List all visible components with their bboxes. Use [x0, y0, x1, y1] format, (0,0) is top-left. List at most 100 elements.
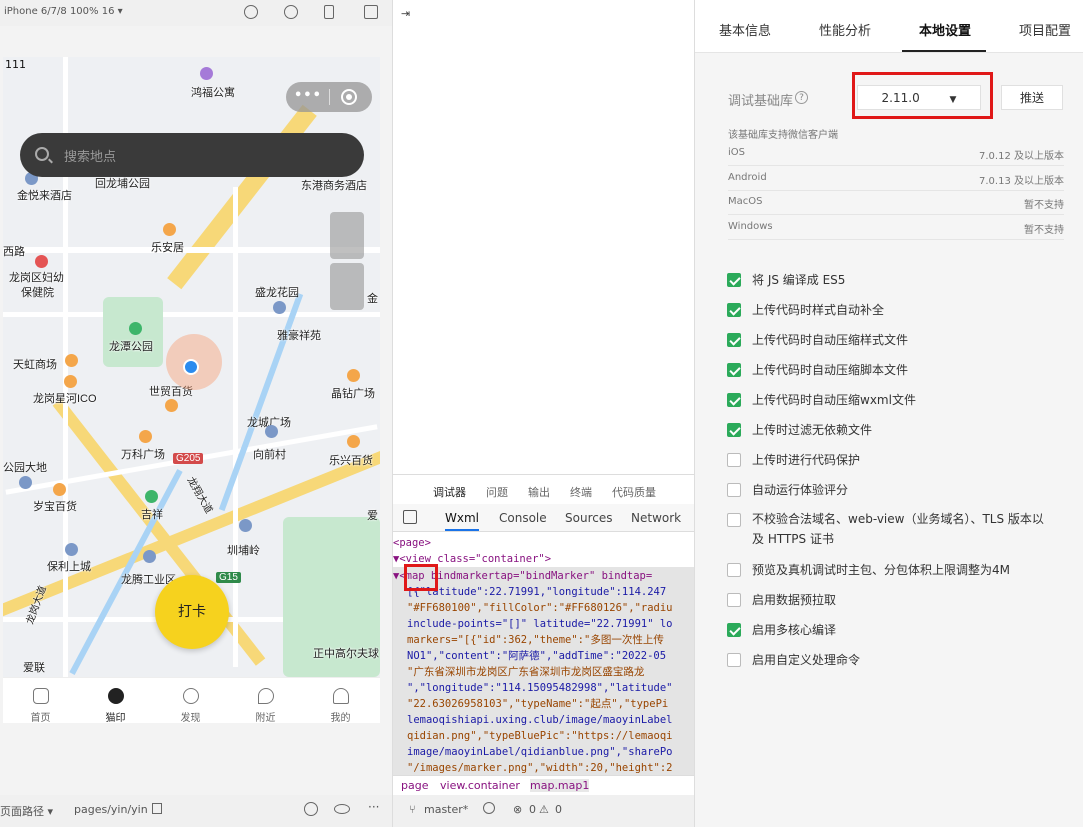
more-icon[interactable]: ···	[368, 800, 379, 814]
current-location-marker	[183, 359, 199, 375]
push-button[interactable]: 推送	[1001, 85, 1063, 110]
option-checkbox[interactable]	[727, 623, 741, 637]
code-line[interactable]: image/maoyinLabel/qidianblue.png","share…	[407, 744, 673, 760]
map-label: 万科广场	[121, 449, 165, 461]
code-line[interactable]: NO1","content":"阿萨德","addTime":"2022-05	[407, 648, 666, 664]
option-label[interactable]: 启用多核心编译	[752, 621, 836, 639]
page-path-bar: 页面路径 ▾ pages/yin/yin ···	[0, 795, 392, 827]
tab-basic-info[interactable]: 基本信息	[719, 20, 771, 39]
platform-support: 暂不支持	[1024, 225, 1064, 236]
tab-maoyin[interactable]: 猫印	[78, 678, 153, 723]
option-checkbox[interactable]	[727, 333, 741, 347]
expand-icon[interactable]: ⇥	[401, 7, 410, 20]
bug-icon[interactable]	[304, 802, 318, 816]
search-bar[interactable]: 搜索地点	[20, 133, 364, 177]
map-label: 鸿福公寓	[191, 87, 235, 99]
option-label[interactable]: 上传代码时自动压缩样式文件	[752, 331, 908, 349]
option-label[interactable]: 启用数据预拉取	[752, 591, 836, 609]
phone-icon[interactable]	[324, 5, 334, 19]
page-path-selector[interactable]: 页面路径 ▾	[0, 803, 53, 819]
close-miniprogram-icon[interactable]	[341, 89, 357, 105]
code-line[interactable]: lemaoqishiapi.uxing.club/image/maoyinLab…	[407, 712, 673, 728]
option-checkbox[interactable]	[727, 303, 741, 317]
crumb-view[interactable]: view.container	[440, 779, 520, 792]
tab-nearby[interactable]: 附近	[228, 678, 303, 723]
code-line[interactable]: ","longitude":"114.15095482998","latitud…	[407, 680, 673, 696]
tab-debugger[interactable]: 调试器	[433, 484, 466, 500]
code-line[interactable]: "广东省深圳市龙岗区广东省深圳市龙岗区盛宝路龙	[407, 664, 644, 680]
sync-icon[interactable]	[483, 802, 495, 814]
warning-count[interactable]: 0	[555, 803, 562, 816]
platform-support: 7.0.12 及以上版本	[979, 151, 1064, 162]
code-line[interactable]: "22.63026958103","typeName":"起点","typePi	[407, 696, 668, 712]
map-label: G15	[216, 572, 241, 583]
tab-project-config[interactable]: 项目配置	[1019, 20, 1071, 39]
miniprogram-capsule[interactable]: •••	[286, 82, 372, 112]
check-in-button[interactable]: 打卡	[155, 575, 229, 649]
tab-label: 猫印	[105, 713, 126, 723]
tab-issues[interactable]: 问题	[486, 484, 508, 500]
option-checkbox[interactable]	[727, 513, 741, 527]
crumb-map[interactable]: map.map1	[530, 779, 590, 792]
wxml-tree[interactable]: <page> ▼<view class="container"> ▼<map bi…	[393, 533, 695, 775]
option-checkbox[interactable]	[727, 273, 741, 287]
option-label[interactable]: 不校验合法域名、web-view（业务域名）、TLS 版本以及 HTTPS 证书	[752, 509, 1052, 549]
tab-network[interactable]: Network	[631, 511, 681, 525]
tab-code-quality[interactable]: 代码质量	[612, 484, 656, 500]
option-checkbox[interactable]	[727, 423, 741, 437]
option-label[interactable]: 上传时进行代码保护	[752, 451, 860, 469]
option-label[interactable]: 上传代码时样式自动补全	[752, 301, 884, 319]
help-icon[interactable]: ?	[795, 91, 808, 104]
crumb-page[interactable]: page	[401, 779, 428, 792]
tab-terminal[interactable]: 终端	[570, 484, 592, 500]
device-selector[interactable]: iPhone 6/7/8 100% 16 ▾	[4, 6, 123, 17]
more-icon[interactable]: •••	[294, 88, 322, 103]
git-branch[interactable]: master*	[424, 803, 468, 816]
window-icon[interactable]	[364, 5, 378, 19]
option-label[interactable]: 自动运行体验评分	[752, 481, 848, 499]
option-checkbox[interactable]	[727, 563, 741, 577]
code-line[interactable]: markers="[{"id":362,"theme":"多图一次性上传	[407, 632, 664, 648]
tab-me[interactable]: 我的	[303, 678, 378, 723]
inspect-icon[interactable]	[403, 510, 417, 524]
map-label: 保健院	[21, 287, 54, 299]
tab-sources[interactable]: Sources	[565, 511, 612, 525]
option-checkbox[interactable]	[727, 593, 741, 607]
code-line[interactable]: "#FF680100","fillColor":"#FF680126","rad…	[407, 600, 673, 616]
home-icon	[32, 688, 49, 704]
tab-local-settings[interactable]: 本地设置	[919, 20, 971, 39]
locate-side-button[interactable]	[330, 263, 364, 310]
tab-wxml[interactable]: Wxml	[445, 511, 479, 531]
stop-icon[interactable]	[284, 5, 298, 19]
tab-output[interactable]: 输出	[528, 484, 550, 500]
option-checkbox[interactable]	[727, 653, 741, 667]
lib-label: 调试基础库	[728, 94, 794, 109]
option-label[interactable]: 上传代码时自动压缩脚本文件	[752, 361, 908, 379]
warning-icon: ⚠	[539, 803, 549, 816]
tab-home[interactable]: 首页	[3, 678, 78, 723]
code-line[interactable]: "/images/marker.png","width":20,"height"…	[407, 760, 673, 775]
option-label[interactable]: 将 JS 编译成 ES5	[752, 271, 845, 289]
tab-discover[interactable]: 发现	[153, 678, 228, 723]
copy-icon[interactable]	[152, 803, 162, 814]
option-label[interactable]: 启用自定义处理命令	[752, 651, 860, 669]
option-label[interactable]: 上传代码时自动压缩wxml文件	[752, 391, 916, 409]
refresh-icon[interactable]	[244, 5, 258, 19]
status-bar-bottom: ⑂ master* ⊗ 0 ⚠ 0	[393, 795, 695, 827]
code-line[interactable]: [{"latitude":22.71991,"longitude":114.24…	[407, 584, 666, 600]
option-checkbox[interactable]	[727, 483, 741, 497]
tab-performance[interactable]: 性能分析	[819, 20, 871, 39]
code-line[interactable]: include-points="[]" latitude="22.71991" …	[407, 616, 673, 632]
map-label: 爱	[367, 510, 378, 522]
eye-icon[interactable]	[334, 804, 350, 814]
option-label[interactable]: 预览及真机调试时主包、分包体积上限调整为4M	[752, 561, 1010, 579]
menu-side-button[interactable]	[330, 212, 364, 259]
option-checkbox[interactable]	[727, 363, 741, 377]
code-line[interactable]: qidian.png","typeBluePic":"https://lemao…	[407, 728, 673, 744]
error-count[interactable]: 0	[529, 803, 536, 816]
tab-console[interactable]: Console	[499, 511, 547, 525]
option-checkbox[interactable]	[727, 393, 741, 407]
code-line[interactable]: <page>	[393, 535, 431, 551]
option-label[interactable]: 上传时过滤无依赖文件	[752, 421, 872, 439]
option-checkbox[interactable]	[727, 453, 741, 467]
